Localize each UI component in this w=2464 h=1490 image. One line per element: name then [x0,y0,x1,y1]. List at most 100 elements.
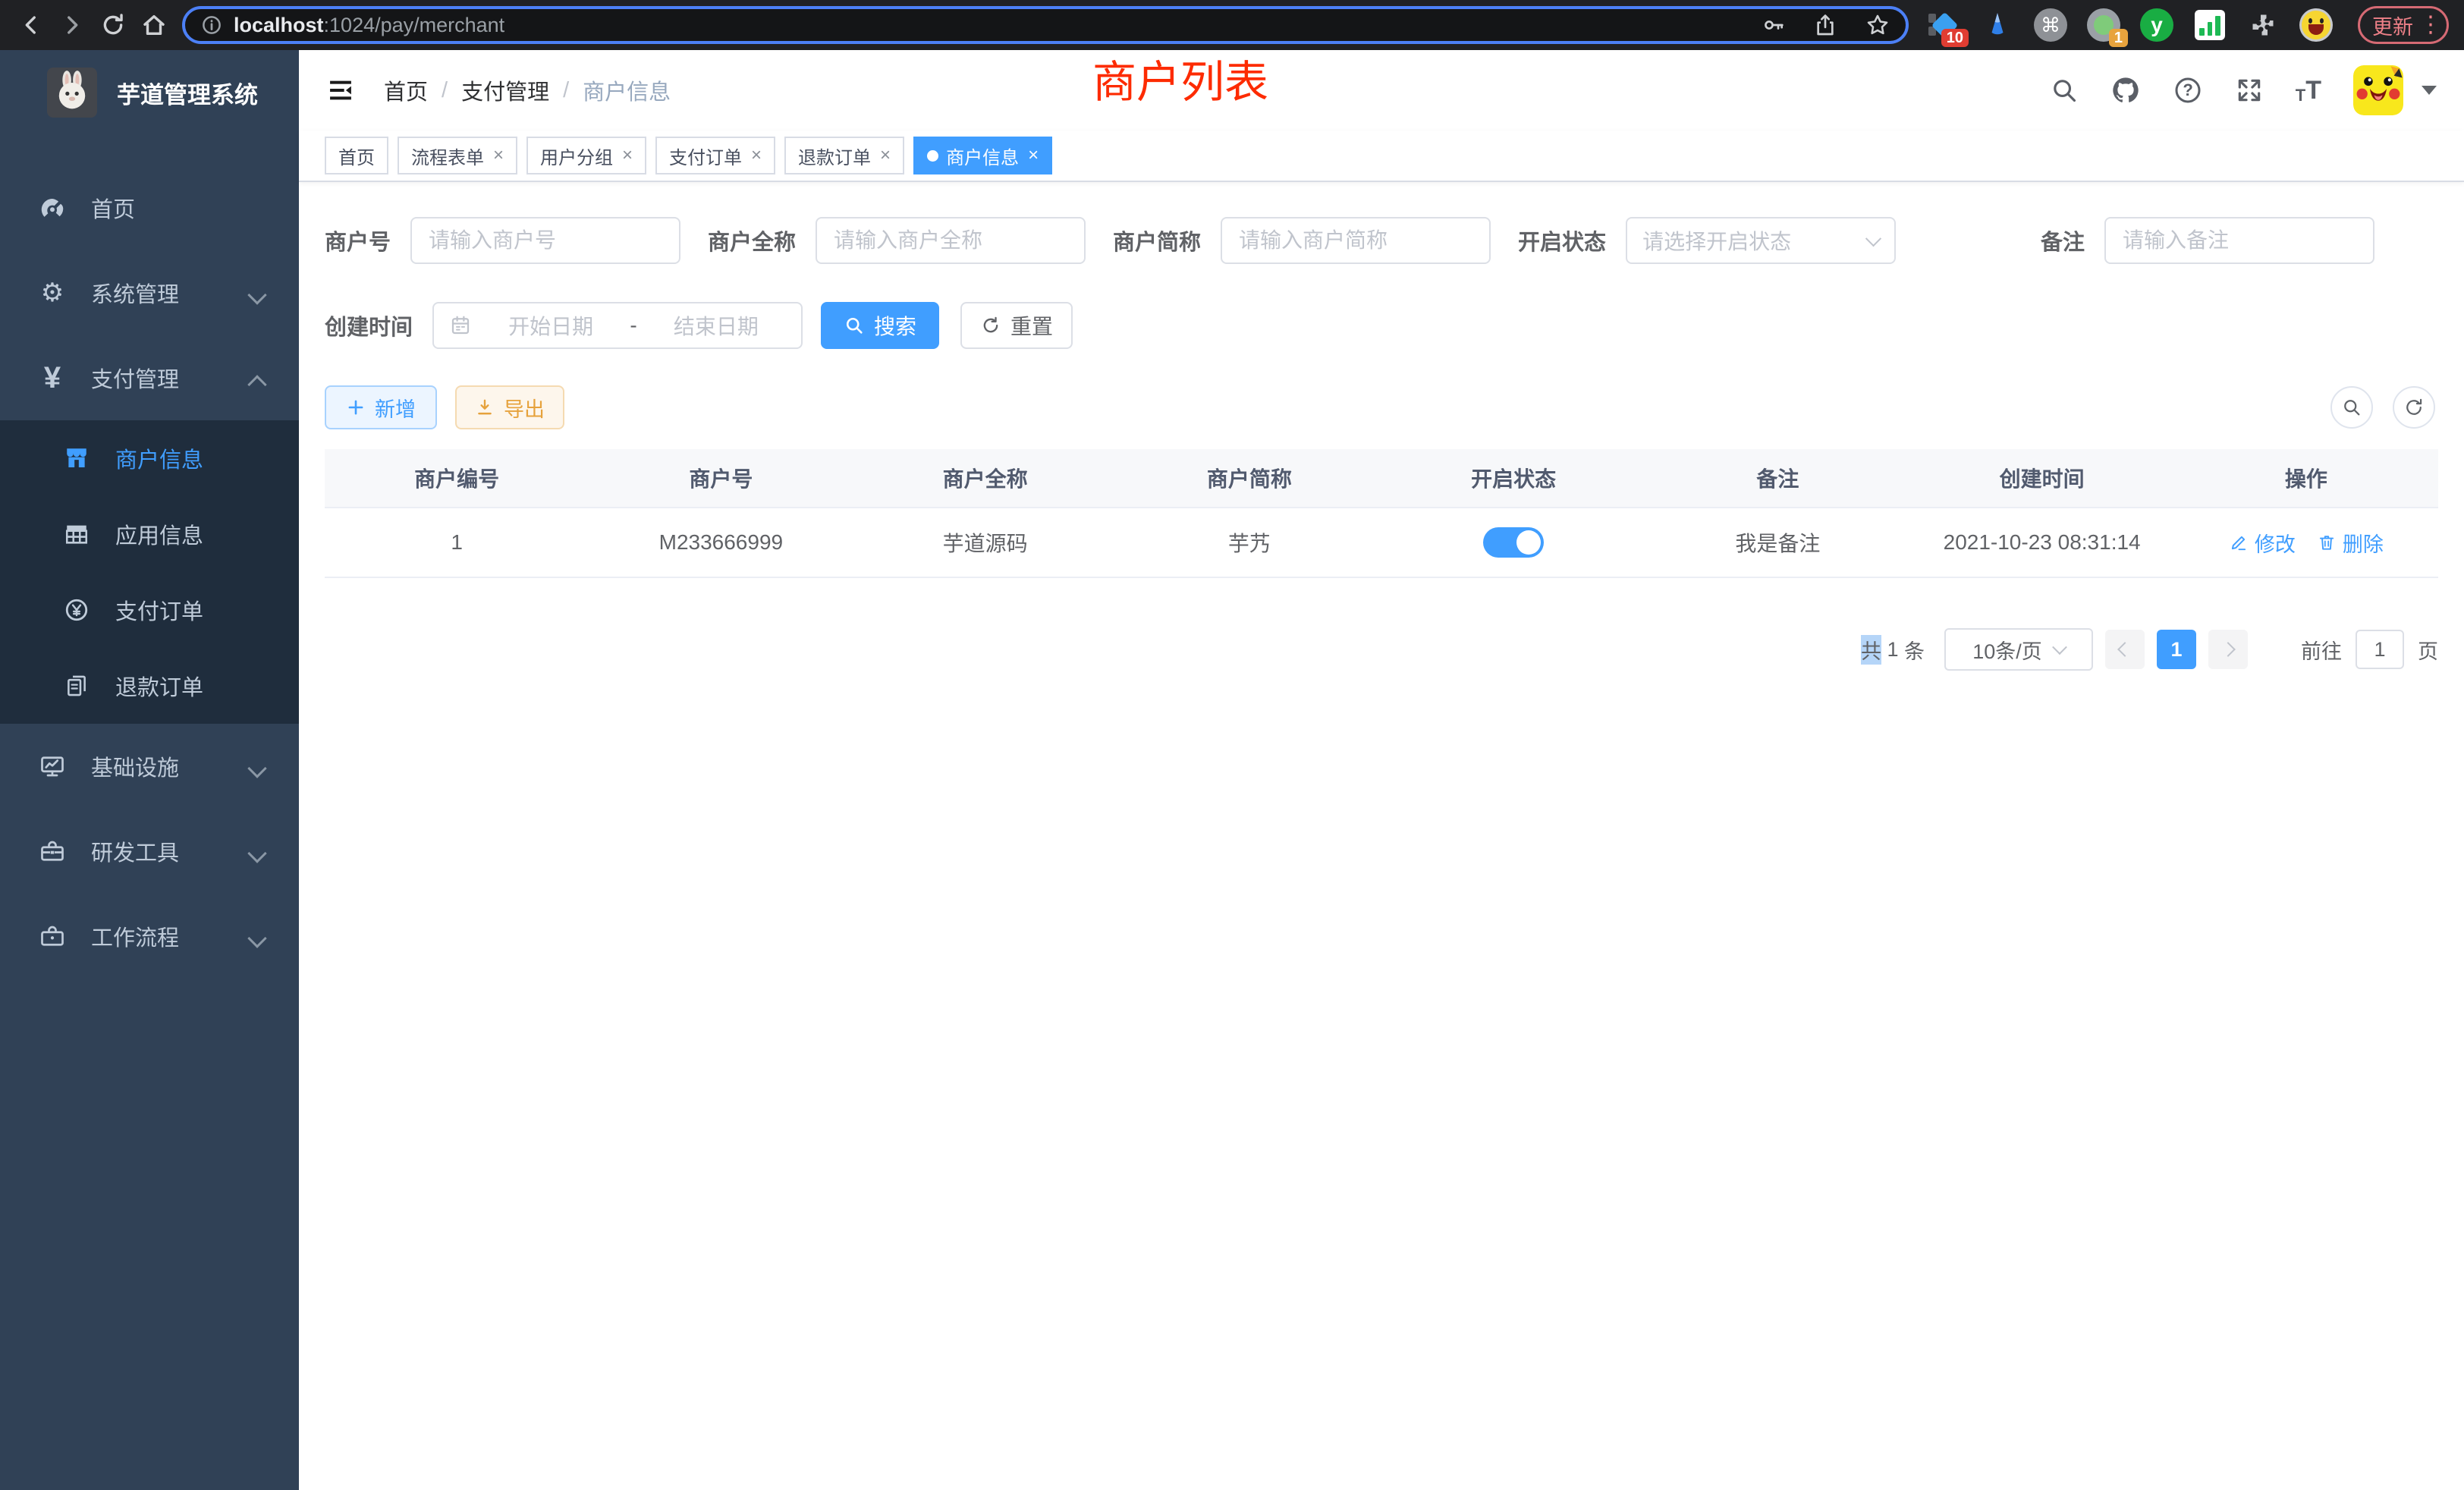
share-icon[interactable] [1813,13,1837,37]
sidebar-item-dev-tools[interactable]: 研发工具 [0,809,299,894]
tab-refund-order[interactable]: 退款订单 × [784,137,904,174]
browser-update-button[interactable]: 更新 ⋮ [2358,6,2449,44]
sidebar-item-home[interactable]: 首页 [0,165,299,250]
breadcrumb-payment[interactable]: 支付管理 [461,74,549,106]
github-icon[interactable] [2110,75,2141,105]
yuan-icon: ¥ [35,363,70,393]
screen: localhost:1024/pay/merchant 10 ⌘ 1 [0,0,2464,1490]
sidebar-item-workflow[interactable]: 工作流程 [0,894,299,979]
browser-forward-button[interactable] [52,5,93,46]
full-name-input[interactable] [832,228,1069,253]
close-icon[interactable]: × [493,145,504,166]
status-select[interactable]: 请选择开启状态 [1626,217,1896,264]
cone-extension-icon[interactable] [1980,8,2015,42]
page-info-icon[interactable] [200,14,223,36]
diamond-extension-icon[interactable]: 10 [1927,8,1962,42]
page-size-select[interactable]: 10条/页 [1944,628,2093,671]
export-button[interactable]: 导出 [455,385,564,429]
chevron-down-icon [2052,640,2067,655]
fullscreen-icon[interactable] [2235,76,2264,105]
tab-user-group[interactable]: 用户分组 × [526,137,646,174]
sidebar-item-infrastructure[interactable]: 基础设施 [0,724,299,809]
chevron-down-icon [247,285,266,304]
browser-menu-icon[interactable]: ⋮ [2419,14,2442,36]
short-name-input[interactable] [1237,228,1474,253]
sidebar-item-merchant-info[interactable]: 商户信息 [0,420,299,496]
sidebar-item-label: 应用信息 [115,518,203,550]
sidebar-item-payment[interactable]: ¥ 支付管理 [0,335,299,420]
close-icon[interactable]: × [751,145,762,166]
password-key-icon[interactable] [1762,13,1786,37]
tab-merchant-info[interactable]: 商户信息 × [913,137,1052,174]
refresh-table-button[interactable] [2393,386,2435,429]
url-text: localhost:1024/pay/merchant [234,14,504,37]
date-start[interactable]: 开始日期 [481,310,621,341]
browser-chrome: localhost:1024/pay/merchant 10 ⌘ 1 [0,0,2464,50]
pagination-total: 共 1 条 [1861,635,1925,665]
close-icon[interactable]: × [880,145,891,166]
next-page-button[interactable] [2208,630,2248,669]
chevron-right-icon [2220,642,2236,657]
sidebar-item-system[interactable]: ⚙ 系统管理 [0,250,299,335]
search-icon[interactable] [2050,76,2079,105]
url-bar[interactable]: localhost:1024/pay/merchant [182,6,1909,44]
tab-process-form[interactable]: 流程表单 × [398,137,517,174]
date-end[interactable]: 结束日期 [646,310,786,341]
merchant-table: 商户编号 商户号 商户全称 商户简称 开启状态 备注 创建时间 操作 1 M23… [325,449,2438,578]
toolbox-icon [35,838,70,865]
extension-badge: 1 [2109,29,2128,47]
navbar-actions: ? TT [2050,65,2437,115]
trash-icon [2317,533,2337,552]
page-number-button[interactable]: 1 [2157,630,2196,669]
reset-button[interactable]: 重置 [960,302,1073,349]
command-extension-icon[interactable]: ⌘ [2033,8,2068,42]
edit-link[interactable]: 修改 [2229,528,2296,558]
browser-back-button[interactable] [11,5,52,46]
prev-page-button[interactable] [2105,630,2145,669]
emoji-extension-icon[interactable] [2299,8,2334,42]
sidebar-collapse-button[interactable] [326,77,355,103]
add-button[interactable]: 新增 [325,385,437,429]
close-icon[interactable]: × [622,145,633,166]
delete-link[interactable]: 删除 [2317,528,2384,558]
date-range-picker[interactable]: 开始日期 - 结束日期 [432,302,803,349]
gear-icon: ⚙ [35,280,70,306]
remark-input[interactable] [2121,228,2358,253]
app-logo [47,68,97,118]
help-icon[interactable]: ? [2173,75,2202,105]
refresh-icon [980,315,1001,336]
app: 芋道管理系统 首页 ⚙ 系统管理 ¥ 支付管理 [0,50,2464,1490]
yuan-circle-icon [59,597,94,623]
breadcrumb-home[interactable]: 首页 [384,74,428,106]
chevron-down-icon [247,759,266,778]
sidebar-logo-row[interactable]: 芋道管理系统 [0,50,299,135]
tab-home[interactable]: 首页 [325,137,388,174]
sidebar-item-pay-order[interactable]: 支付订单 [0,572,299,648]
avatar[interactable] [2353,65,2403,115]
active-tab-dot [927,150,938,162]
browser-home-button[interactable] [134,5,174,46]
refresh-icon [2403,397,2425,418]
tab-pay-order[interactable]: 支付订单 × [655,137,775,174]
filter-row-1: 商户号 商户全称 商户简称 开启状态 请选择开启状态 [325,217,2438,264]
sidebar-item-label: 首页 [91,192,135,224]
font-size-icon[interactable]: TT [2296,76,2321,105]
close-icon[interactable]: × [1028,145,1039,166]
avatar-caret-icon[interactable] [2422,86,2437,95]
profile-extension-icon[interactable]: 1 [2086,8,2121,42]
browser-reload-button[interactable] [93,5,134,46]
sidebar-item-app-info[interactable]: 应用信息 [0,496,299,572]
status-toggle[interactable] [1483,527,1544,558]
goto-page-input[interactable] [2356,630,2404,669]
calendar-icon [449,314,472,337]
y-extension-icon[interactable]: y [2139,8,2174,42]
cell-actions: 修改 删除 [2174,528,2438,558]
bookmark-star-icon[interactable] [1865,12,1890,38]
sidebar-item-label: 商户信息 [115,442,203,474]
toggle-search-button[interactable] [2330,386,2373,429]
merchant-no-input[interactable] [427,228,664,253]
sidebar-item-refund-order[interactable]: 退款订单 [0,648,299,724]
puzzle-extensions-icon[interactable] [2246,8,2280,42]
search-button[interactable]: 搜索 [821,302,939,349]
chart-extension-icon[interactable] [2192,8,2227,42]
